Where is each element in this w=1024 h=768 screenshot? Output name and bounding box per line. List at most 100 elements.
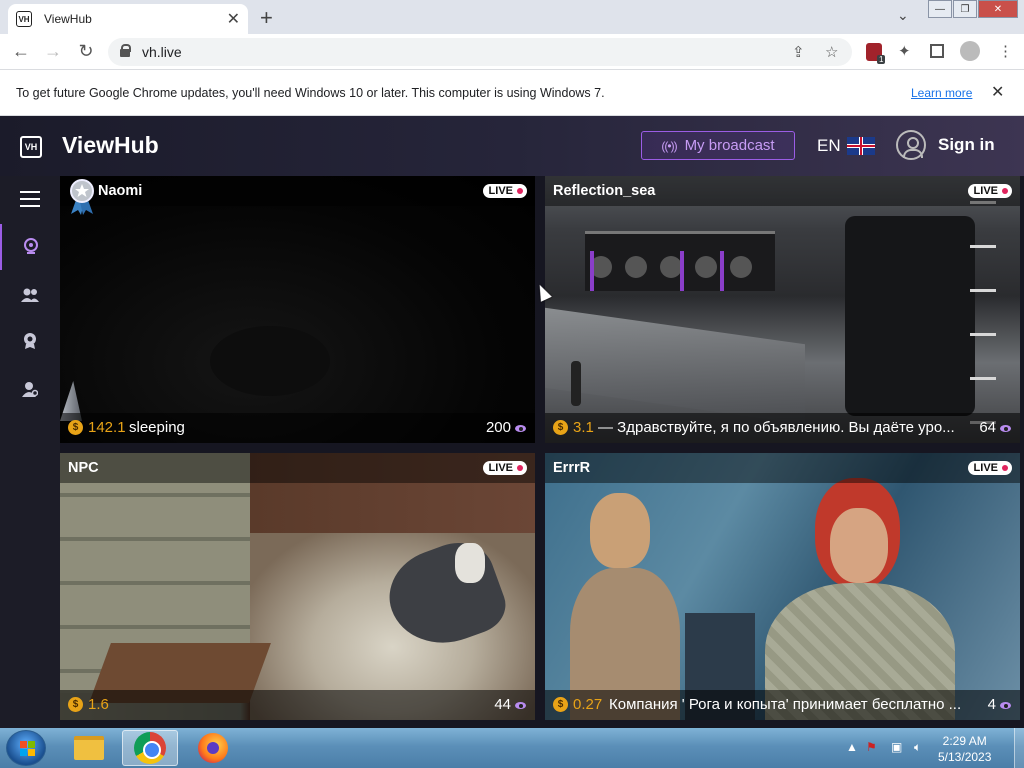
my-broadcast-label: My broadcast xyxy=(684,137,775,154)
streamer-name[interactable]: NPC xyxy=(68,460,99,476)
logo-icon[interactable]: VH xyxy=(20,136,42,158)
stream-thumbnail[interactable] xyxy=(60,453,535,720)
coin-icon: $ xyxy=(553,697,568,712)
lock-icon[interactable] xyxy=(120,44,131,57)
show-desktop-button[interactable] xyxy=(1014,728,1024,768)
browser-toolbar: ← → ↻ vh.live ⇪ ☆ 1 ✦ ⋮ xyxy=(0,34,1024,70)
viewer-count: 44 xyxy=(494,696,511,713)
share-icon[interactable]: ⇪ xyxy=(792,43,805,61)
card-bottombar: $ 142.1 sleeping 200 xyxy=(60,413,535,443)
clock-time: 2:29 AM xyxy=(942,734,987,748)
side-panel-icon[interactable] xyxy=(930,44,944,58)
network-icon[interactable]: ▣ xyxy=(891,740,902,754)
eye-icon xyxy=(1000,425,1011,432)
streamer-name[interactable]: ErrrR xyxy=(553,460,590,476)
stream-thumbnail[interactable] xyxy=(545,176,1020,443)
back-arrow-icon[interactable]: ← xyxy=(10,41,32,62)
sign-in-label: Sign in xyxy=(938,135,995,154)
show-hidden-icons-icon[interactable]: ▲ xyxy=(846,740,858,754)
award-icon xyxy=(24,333,36,349)
coin-icon: $ xyxy=(68,697,83,712)
stream-thumbnail[interactable] xyxy=(545,453,1020,720)
restore-button[interactable]: ❐ xyxy=(953,0,977,18)
sidebar-item-profile[interactable] xyxy=(0,366,60,412)
broadcast-icon: ((•)) xyxy=(661,138,677,153)
language-selector[interactable]: EN xyxy=(817,136,875,156)
address-bar[interactable]: vh.live ⇪ ☆ xyxy=(108,38,852,66)
browser-tab[interactable]: VH ViewHub ✕ xyxy=(8,4,248,34)
coin-icon: $ xyxy=(68,420,83,435)
live-badge: LIVE xyxy=(967,461,1012,475)
eye-icon xyxy=(1000,702,1011,709)
stream-card-naomi[interactable]: Naomi LIVE $ 142.1 sleeping 200 xyxy=(60,176,535,443)
user-settings-icon xyxy=(22,382,38,397)
stream-price: 3.1 xyxy=(573,419,594,436)
profile-icon[interactable] xyxy=(960,41,980,61)
stream-description: sleeping xyxy=(129,419,185,436)
volume-icon[interactable]: 🔈︎ xyxy=(914,740,921,755)
sidebar-item-webcams[interactable] xyxy=(0,224,60,270)
stream-price: 0.27 xyxy=(573,696,603,713)
bookmark-star-icon[interactable]: ☆ xyxy=(825,43,838,61)
stream-thumbnail[interactable] xyxy=(60,176,535,443)
start-button[interactable] xyxy=(6,730,46,766)
close-tab-icon[interactable]: ✕ xyxy=(227,9,240,29)
sign-in-button[interactable]: Sign in xyxy=(896,130,995,160)
stream-description: Компания ' Рога и копыта' принимает бесп… xyxy=(609,696,962,713)
close-window-button[interactable]: ✕ xyxy=(978,0,1018,18)
firefox-icon xyxy=(198,733,228,763)
card-bottombar: $ 1.6 44 xyxy=(60,690,535,720)
viewer-count: 64 xyxy=(979,419,996,436)
live-dot-icon xyxy=(1002,188,1008,194)
webcam-icon xyxy=(24,238,38,254)
card-bottombar: $ 3.1 — Здравствуйте, я по объявлению. В… xyxy=(545,413,1020,443)
system-clock[interactable]: 2:29 AM 5/13/2023 xyxy=(938,733,991,765)
coin-icon: $ xyxy=(553,420,568,435)
streamer-name[interactable]: Reflection_sea xyxy=(553,183,655,199)
windows-taskbar: ▲ ⚑ ▣ 🔈︎ 2:29 AM 5/13/2023 xyxy=(0,728,1024,768)
infobar-message: To get future Google Chrome updates, you… xyxy=(16,86,605,100)
minimize-button[interactable]: — xyxy=(928,0,952,18)
clock-date: 5/13/2023 xyxy=(938,750,992,764)
live-badge: LIVE xyxy=(482,184,527,198)
hamburger-menu-icon[interactable] xyxy=(20,190,40,208)
eye-icon xyxy=(515,702,526,709)
stream-price: 1.6 xyxy=(88,696,109,713)
viewhub-page: VH ViewHub ((•)) My broadcast EN Sign in xyxy=(0,116,1024,728)
stream-card-reflection-sea[interactable]: Reflection_sea LIVE $ 3.1 — Здравствуйте… xyxy=(545,176,1020,443)
reload-icon[interactable]: ↻ xyxy=(75,41,97,62)
stream-card-errrr[interactable]: ErrrR LIVE $ 0.27 Компания ' Рога и копы… xyxy=(545,453,1020,720)
users-icon xyxy=(21,288,39,302)
action-center-flag-icon[interactable]: ⚑ xyxy=(866,740,877,754)
card-topbar xyxy=(545,453,1020,483)
live-badge: LIVE xyxy=(482,461,527,475)
forward-arrow-icon[interactable]: → xyxy=(42,41,64,62)
streamer-name[interactable]: Naomi xyxy=(98,183,142,199)
stream-card-npc[interactable]: NPC LIVE $ 1.6 44 xyxy=(60,453,535,720)
logo-text[interactable]: ViewHub xyxy=(62,132,159,159)
card-topbar xyxy=(60,453,535,483)
eye-icon xyxy=(515,425,526,432)
stream-price: 142.1 xyxy=(88,419,126,436)
sidebar-item-awards[interactable] xyxy=(0,318,60,364)
viewer-count: 200 xyxy=(485,419,511,436)
learn-more-link[interactable]: Learn more xyxy=(911,86,972,100)
new-tab-button[interactable]: + xyxy=(260,5,273,31)
viewhub-favicon-icon: VH xyxy=(16,11,32,27)
infobar-close-icon[interactable]: ✕ xyxy=(991,82,1004,102)
sidebar-item-users[interactable] xyxy=(0,272,60,318)
folder-icon xyxy=(74,736,104,760)
url-text[interactable]: vh.live xyxy=(142,44,182,60)
live-dot-icon xyxy=(517,465,523,471)
my-broadcast-button[interactable]: ((•)) My broadcast xyxy=(641,131,795,160)
user-avatar-icon xyxy=(896,130,926,160)
site-header: VH ViewHub ((•)) My broadcast EN Sign in xyxy=(0,116,1024,176)
tab-search-chevron-icon[interactable]: ⌄ xyxy=(897,7,909,24)
uk-flag-icon xyxy=(846,137,875,155)
live-badge: LIVE xyxy=(967,184,1012,198)
menu-kebab-icon[interactable]: ⋮ xyxy=(998,42,1013,60)
award-ribbon-icon xyxy=(70,179,94,215)
update-infobar: To get future Google Chrome updates, you… xyxy=(0,70,1024,116)
live-dot-icon xyxy=(1002,465,1008,471)
extensions-puzzle-icon[interactable]: ✦ xyxy=(898,42,911,60)
